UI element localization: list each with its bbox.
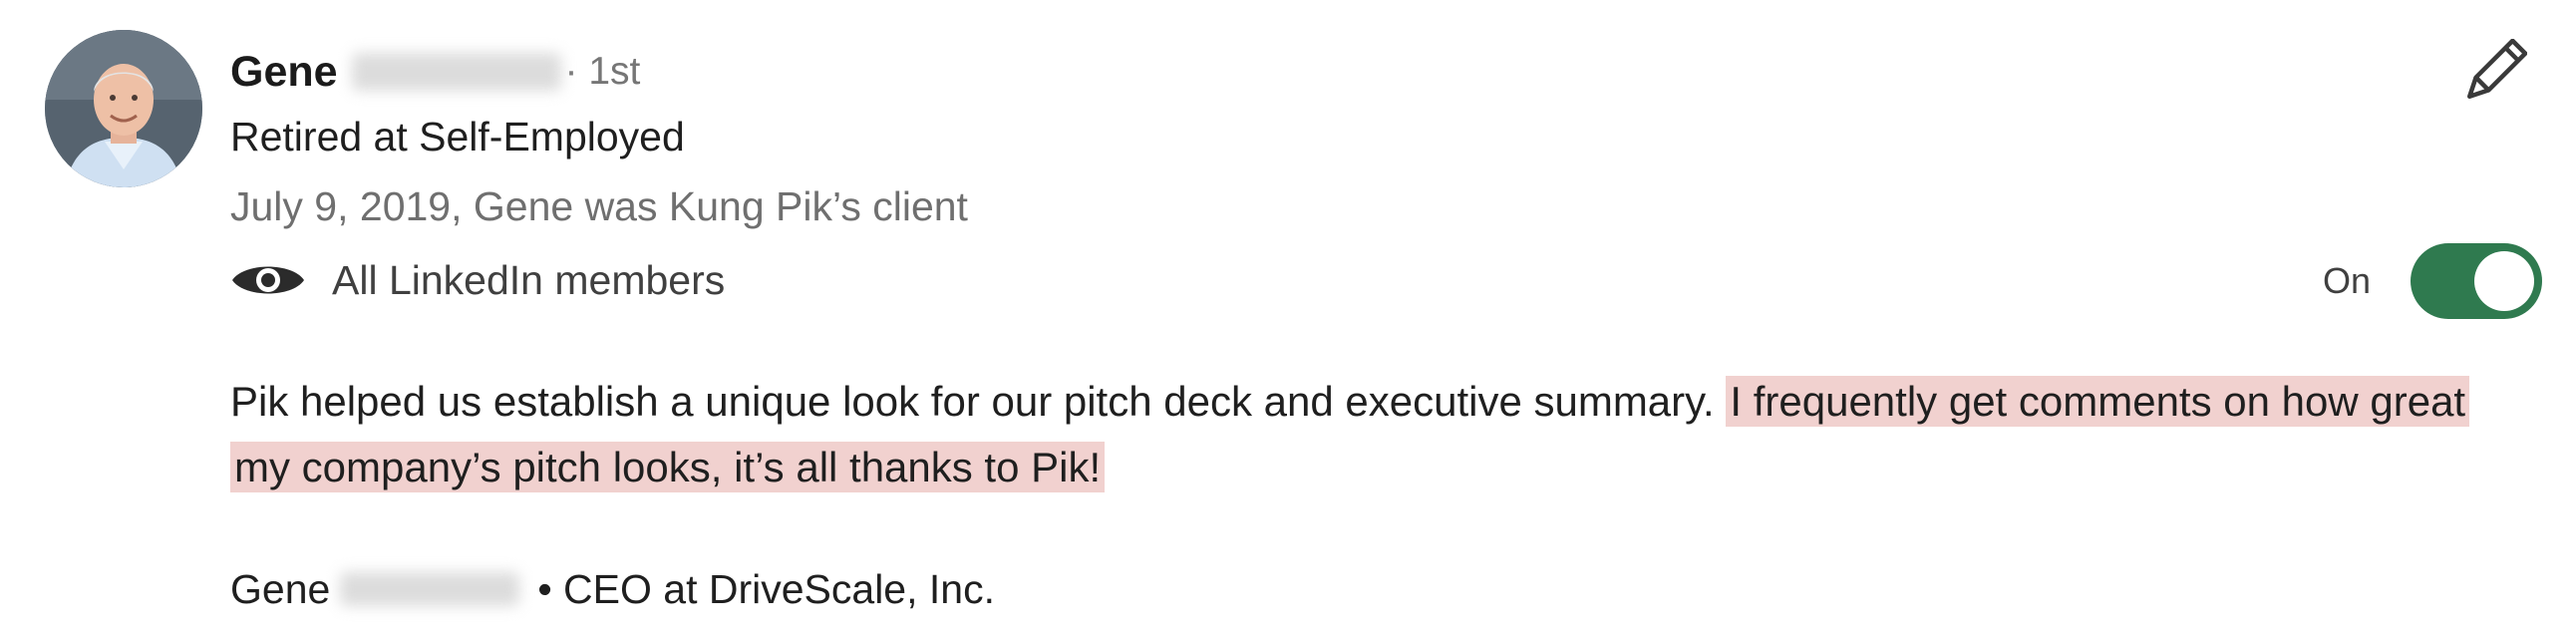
visibility-toggle-group: On — [2323, 243, 2543, 319]
recommendation-text-plain: Pik helped us establish a unique look fo… — [230, 378, 1727, 425]
recommender-name-row: Gene · 1st — [230, 44, 640, 100]
visibility-row: All LinkedIn members — [230, 251, 725, 309]
redacted-last-name — [351, 53, 561, 91]
edit-button[interactable] — [2458, 36, 2530, 108]
recommender-headline: Retired at Self-Employed — [230, 114, 685, 160]
toggle-knob — [2474, 251, 2535, 311]
relationship-meta: July 9, 2019, Gene was Kung Pik’s client — [230, 183, 968, 229]
signature-name: Gene — [230, 565, 331, 612]
pencil-icon — [2467, 39, 2527, 99]
eye-icon — [232, 266, 304, 294]
signature-title: • CEO at DriveScale, Inc. — [537, 565, 995, 612]
redacted-signature-last-name — [340, 572, 520, 606]
recommendation-text: Pik helped us establish a unique look fo… — [230, 369, 2503, 500]
toggle-label: On — [2323, 260, 2372, 301]
recommender-name[interactable]: Gene — [230, 48, 338, 97]
avatar[interactable] — [45, 30, 202, 187]
recommendation-card: Gene · 1st Retired at Self-Employed July… — [0, 0, 2576, 640]
signature-row: Gene • CEO at DriveScale, Inc. — [230, 560, 995, 618]
connection-degree: · 1st — [564, 50, 641, 93]
visibility-toggle[interactable] — [2411, 243, 2543, 319]
avatar-photo — [45, 30, 202, 187]
visibility-label: All LinkedIn members — [332, 256, 726, 303]
